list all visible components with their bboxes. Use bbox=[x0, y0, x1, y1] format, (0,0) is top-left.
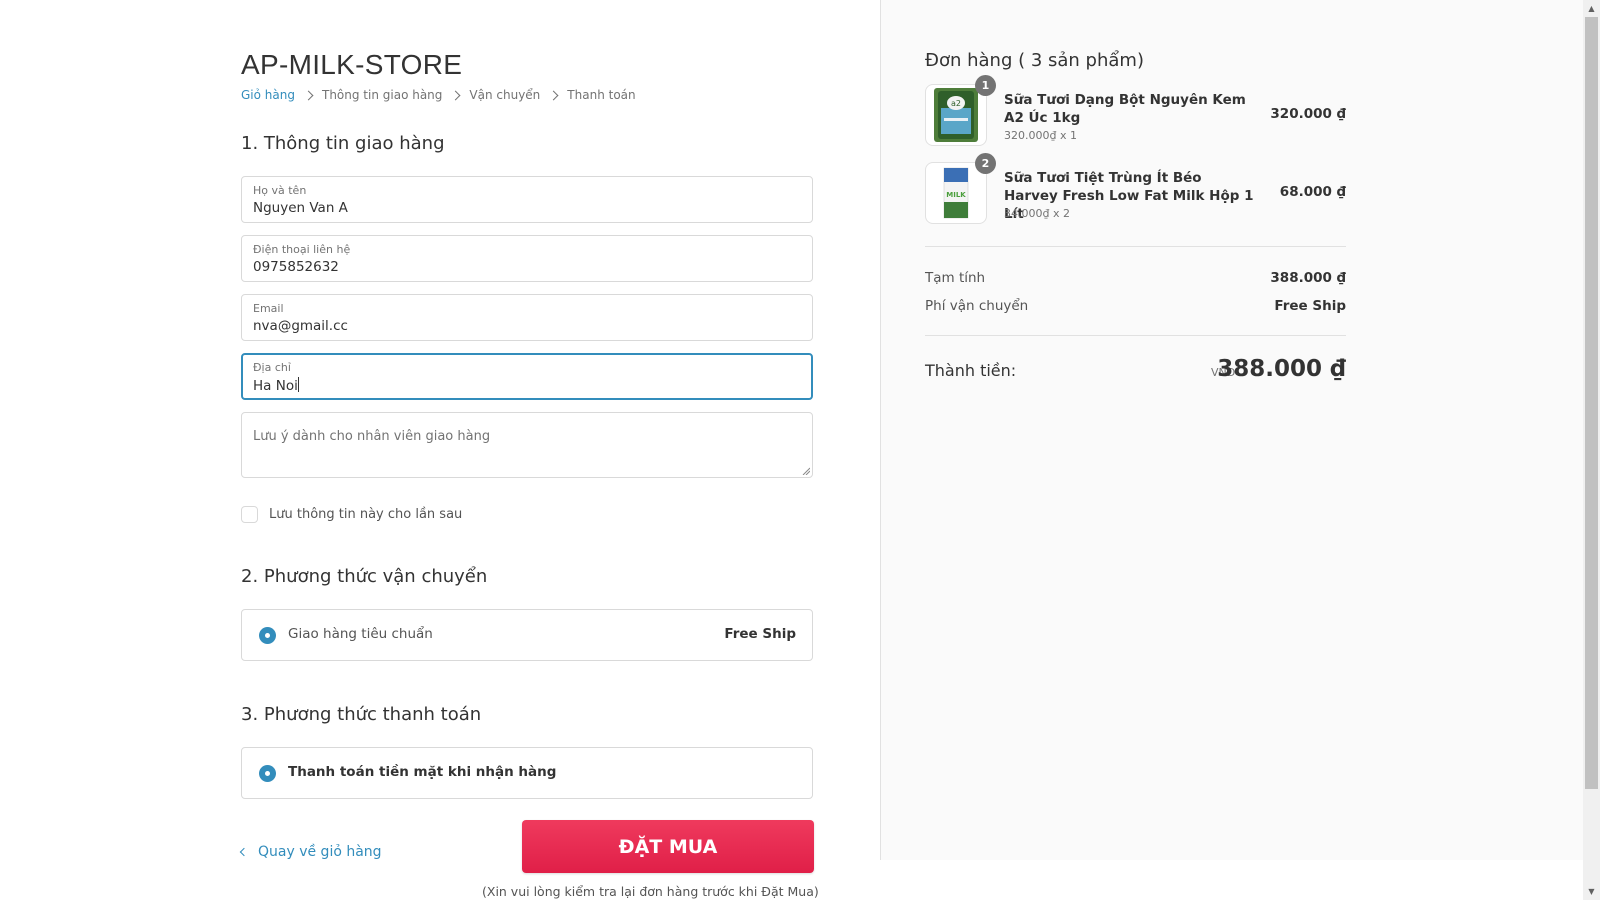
full-name-input[interactable]: Nguyen Van A bbox=[253, 200, 793, 216]
subtotal-label: Tạm tính bbox=[925, 270, 986, 286]
chevron-right-icon bbox=[450, 90, 461, 100]
order-item: MILK 2 Sữa Tươi Tiệt Trùng Ít Béo Harvey… bbox=[925, 153, 1346, 226]
product-thumbnail: a2 1 bbox=[925, 75, 996, 146]
chevron-right-icon bbox=[548, 90, 559, 100]
full-name-label: Họ và tên bbox=[253, 184, 307, 197]
place-order-button[interactable]: ĐẶT MUA bbox=[522, 820, 814, 873]
shipping-fee-label: Phí vận chuyển bbox=[925, 298, 1029, 314]
text-caret bbox=[297, 377, 299, 392]
breadcrumb: Giỏ hàng Thông tin giao hàng Vận chuyển … bbox=[241, 88, 636, 102]
checkbox-icon[interactable] bbox=[241, 506, 258, 523]
shipping-info-title: 1. Thông tin giao hàng bbox=[241, 133, 445, 154]
milk-powder-product-image: a2 bbox=[934, 88, 978, 142]
svg-text:a2: a2 bbox=[951, 99, 961, 108]
product-line-total: 320.000 ₫ bbox=[1270, 106, 1346, 122]
chevron-left-icon bbox=[239, 847, 249, 857]
shipping-option-label: Giao hàng tiêu chuẩn bbox=[288, 626, 433, 642]
resize-handle-icon[interactable] bbox=[802, 467, 810, 475]
email-field[interactable]: Email nva@gmail.cc bbox=[241, 294, 813, 341]
milk-carton-product-image: MILK bbox=[934, 166, 978, 220]
address-input[interactable]: Ha Noi bbox=[253, 377, 793, 394]
subtotal-value: 388.000 ₫ bbox=[1270, 270, 1346, 286]
chevron-right-icon bbox=[303, 90, 314, 100]
order-title: Đơn hàng ( 3 sản phẩm) bbox=[925, 50, 1144, 71]
breadcrumb-cart-link[interactable]: Giỏ hàng bbox=[241, 88, 295, 102]
shipping-option-standard[interactable]: Giao hàng tiêu chuẩn Free Ship bbox=[241, 609, 813, 661]
order-item: a2 1 Sữa Tươi Dạng Bột Nguyên Kem A2 Úc … bbox=[925, 75, 1346, 148]
save-info-label: Lưu thông tin này cho lần sau bbox=[269, 507, 463, 522]
email-input[interactable]: nva@gmail.cc bbox=[253, 318, 793, 334]
radio-selected-icon[interactable] bbox=[259, 765, 276, 782]
radio-selected-icon[interactable] bbox=[259, 627, 276, 644]
phone-field[interactable]: Điện thoại liên hệ 0975852632 bbox=[241, 235, 813, 282]
product-unit-price: 320.000₫ x 1 bbox=[1004, 129, 1077, 142]
email-label: Email bbox=[253, 302, 284, 315]
product-name: Sữa Tươi Dạng Bột Nguyên Kem A2 Úc 1kg bbox=[1004, 92, 1246, 126]
back-to-cart-link[interactable]: Quay về giỏ hàng bbox=[239, 844, 382, 860]
breadcrumb-payment: Thanh toán bbox=[567, 88, 636, 102]
address-field[interactable]: Địa chỉ Ha Noi bbox=[241, 353, 813, 400]
page-scrollbar[interactable]: ▲ ▼ bbox=[1583, 0, 1600, 900]
shipping-fee-value: Free Ship bbox=[1274, 298, 1346, 314]
scrollbar-thumb[interactable] bbox=[1585, 17, 1598, 789]
summary-divider bbox=[925, 335, 1346, 336]
phone-label: Điện thoại liên hệ bbox=[253, 243, 351, 256]
save-info-row[interactable]: Lưu thông tin này cho lần sau bbox=[241, 506, 462, 523]
shipping-method-title: 2. Phương thức vận chuyển bbox=[241, 566, 488, 587]
scroll-down-icon[interactable]: ▼ bbox=[1583, 883, 1600, 900]
delivery-note-textarea[interactable]: Lưu ý dành cho nhân viên giao hàng bbox=[241, 412, 813, 478]
payment-option-label: Thanh toán tiền mặt khi nhận hàng bbox=[288, 764, 557, 780]
address-label: Địa chỉ bbox=[253, 361, 291, 374]
svg-text:MILK: MILK bbox=[946, 191, 966, 199]
store-name: AP-MILK-STORE bbox=[241, 49, 463, 80]
summary-divider bbox=[925, 246, 1346, 247]
product-line-total: 68.000 ₫ bbox=[1279, 184, 1346, 200]
payment-option-cod[interactable]: Thanh toán tiền mặt khi nhận hàng bbox=[241, 747, 813, 799]
breadcrumb-delivery: Vận chuyển bbox=[469, 88, 541, 102]
total-label: Thành tiền: bbox=[925, 361, 1017, 380]
full-name-field[interactable]: Họ và tên Nguyen Van A bbox=[241, 176, 813, 223]
phone-input[interactable]: 0975852632 bbox=[253, 259, 793, 275]
delivery-note-placeholder: Lưu ý dành cho nhân viên giao hàng bbox=[253, 429, 491, 444]
order-check-note: (Xin vui lòng kiểm tra lại đơn hàng trướ… bbox=[482, 884, 819, 899]
payment-method-title: 3. Phương thức thanh toán bbox=[241, 704, 482, 725]
address-value: Ha Noi bbox=[253, 378, 298, 394]
product-unit-price: 34.000₫ x 2 bbox=[1004, 207, 1070, 220]
breadcrumb-shipping-info: Thông tin giao hàng bbox=[321, 88, 443, 102]
quantity-badge: 2 bbox=[975, 153, 996, 174]
back-to-cart-label: Quay về giỏ hàng bbox=[258, 844, 382, 860]
total-value: 388.000 ₫ bbox=[1217, 356, 1346, 382]
shipping-option-price: Free Ship bbox=[724, 626, 796, 642]
quantity-badge: 1 bbox=[975, 75, 996, 96]
scroll-up-icon[interactable]: ▲ bbox=[1583, 0, 1600, 17]
product-thumbnail: MILK 2 bbox=[925, 153, 996, 224]
